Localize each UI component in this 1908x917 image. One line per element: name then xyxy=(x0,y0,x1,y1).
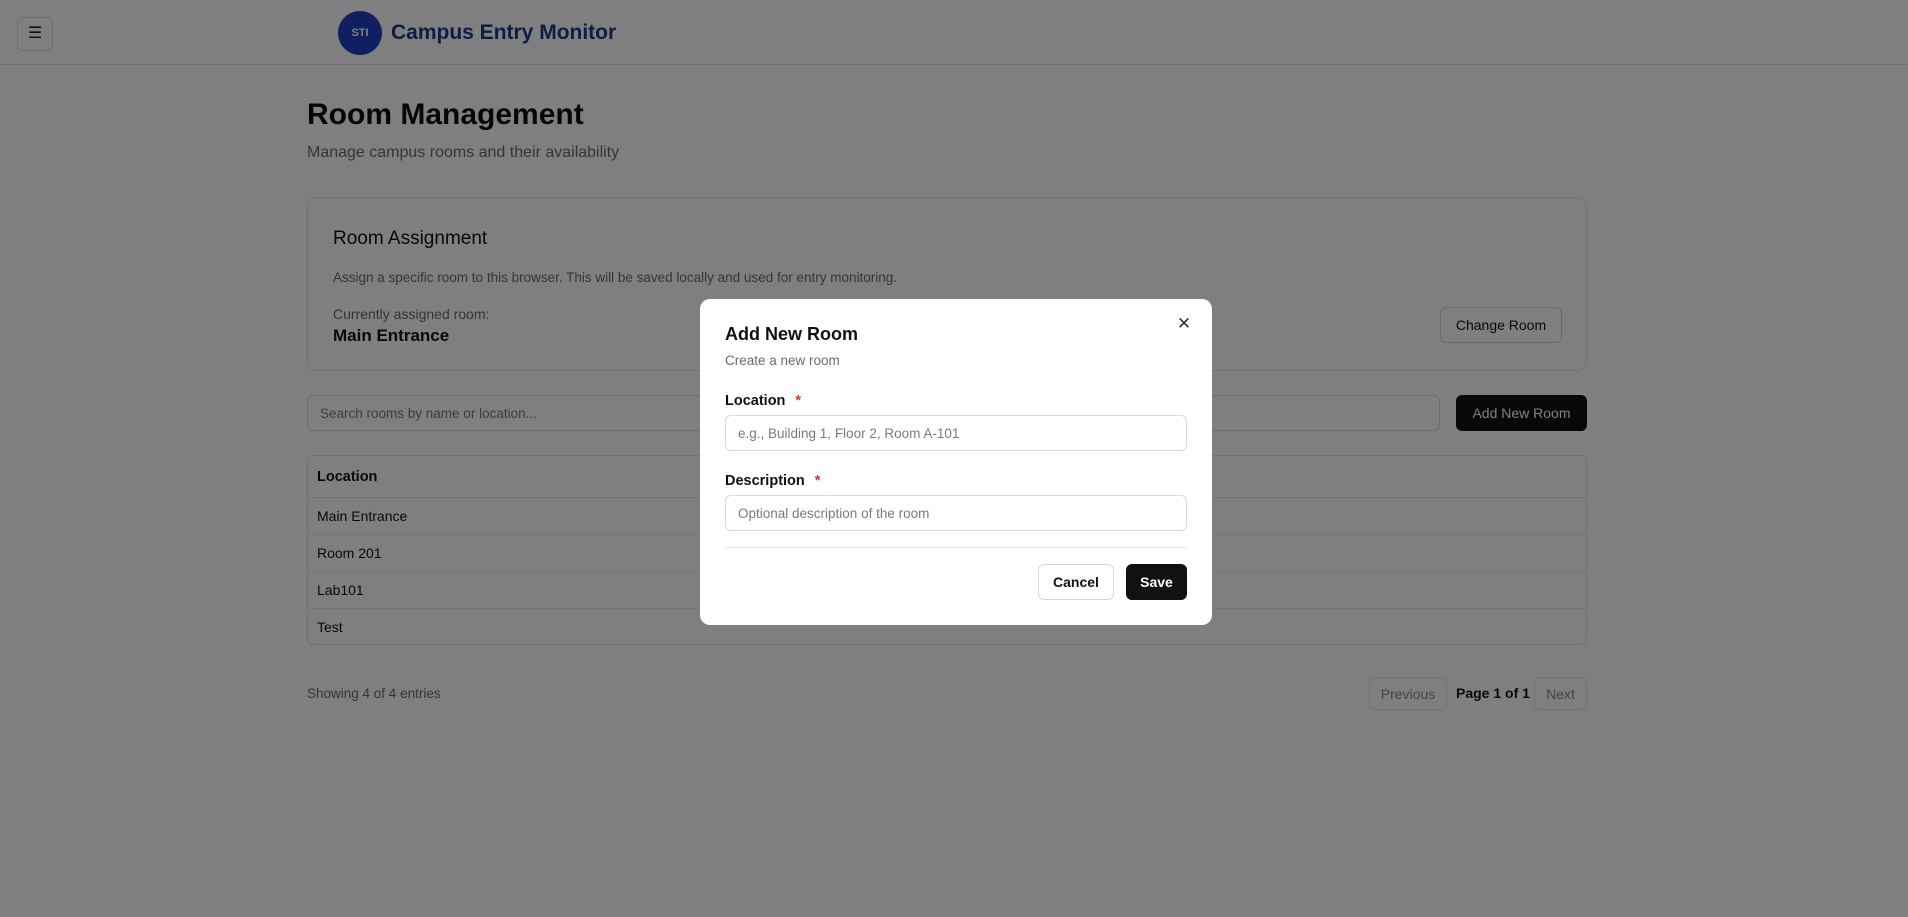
cancel-button[interactable]: Cancel xyxy=(1038,564,1114,600)
save-button[interactable]: Save xyxy=(1126,564,1187,600)
description-label-text: Description xyxy=(725,473,805,489)
location-input[interactable] xyxy=(725,415,1187,451)
location-label-text: Location xyxy=(725,393,786,409)
description-label: Description * xyxy=(725,473,820,489)
dialog-divider xyxy=(725,547,1187,548)
close-icon[interactable]: ✕ xyxy=(1173,313,1195,335)
description-input[interactable] xyxy=(725,495,1187,531)
add-room-dialog: ✕ Add New Room Create a new room Locatio… xyxy=(700,299,1212,625)
dialog-subtitle: Create a new room xyxy=(725,353,840,368)
required-asterisk: * xyxy=(795,393,802,409)
required-asterisk: * xyxy=(814,473,821,489)
location-label: Location * xyxy=(725,393,801,409)
dialog-title: Add New Room xyxy=(725,324,858,344)
